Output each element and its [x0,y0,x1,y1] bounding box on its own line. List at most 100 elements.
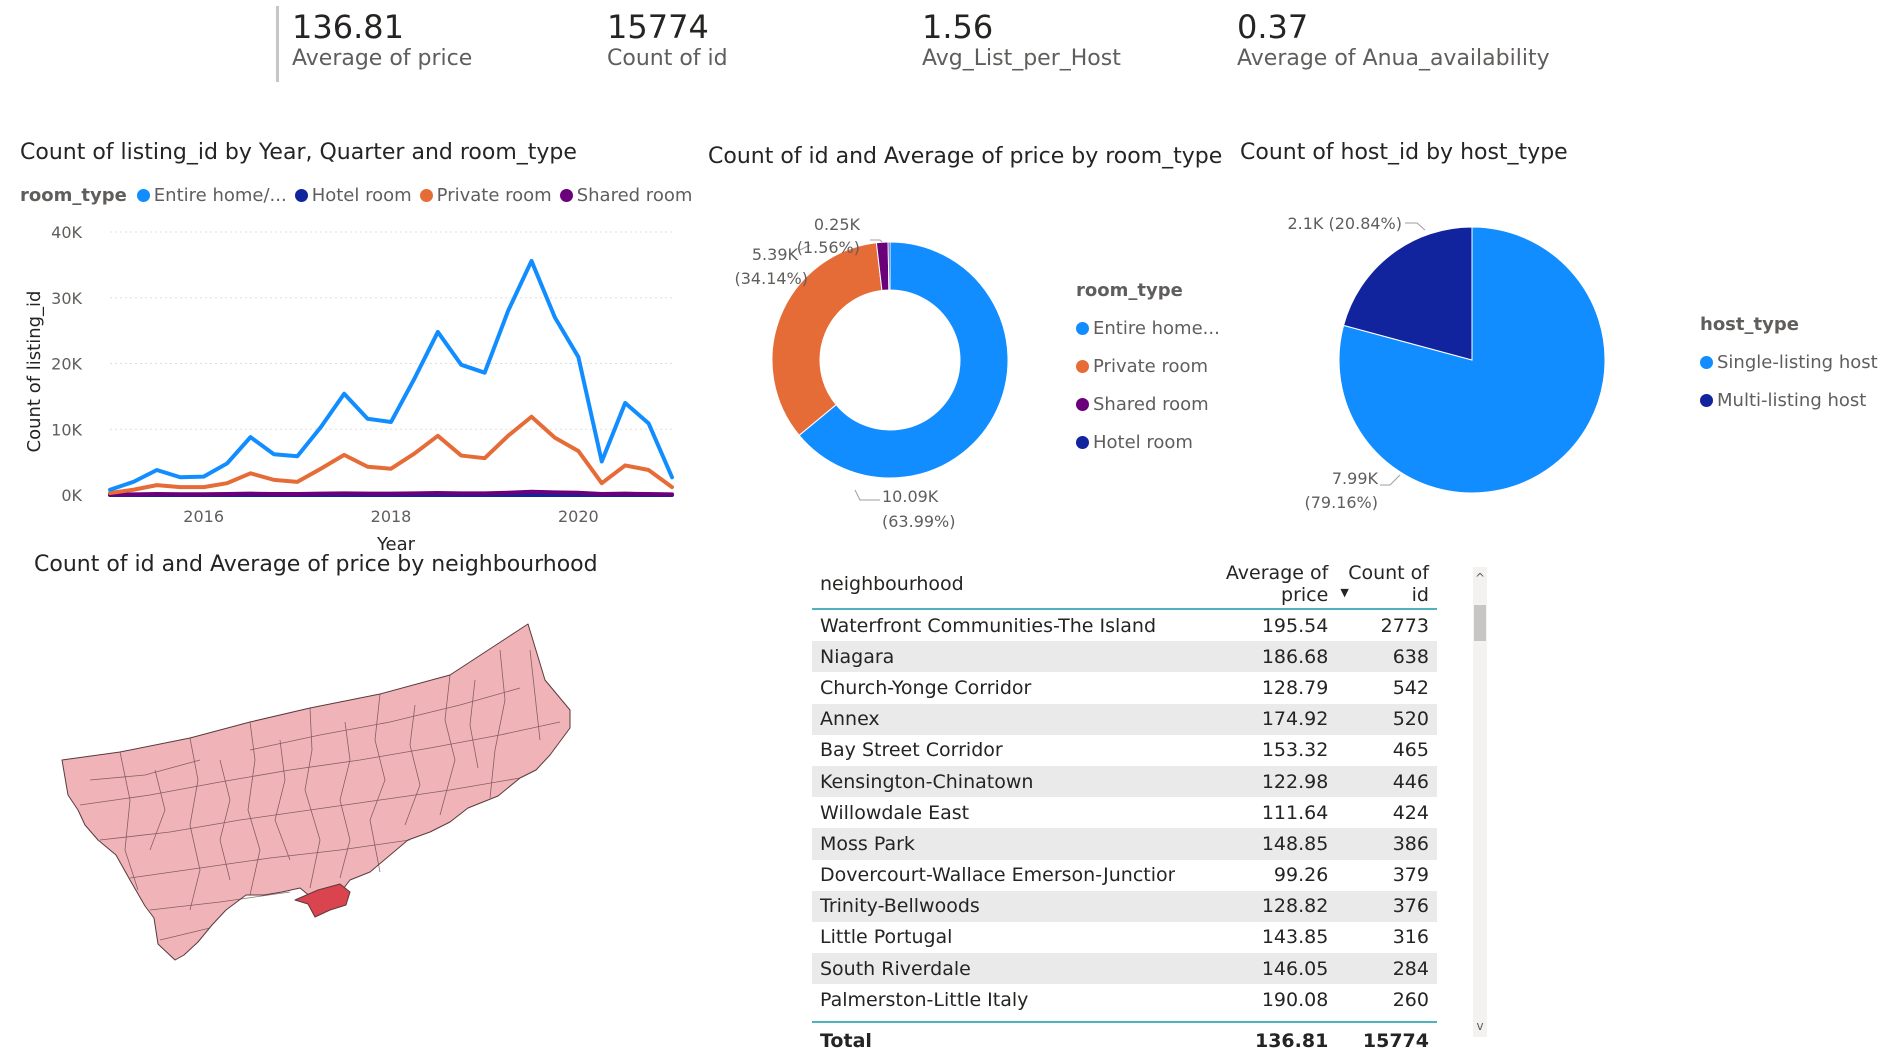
legend-item-shared-room[interactable]: Shared room [559,185,693,206]
legend-title: room_type [20,185,127,206]
legend-item-entire-home[interactable]: Entire home/... [136,185,287,206]
pie-chart[interactable]: 2.1K (20.84%) 7.99K (79.16%) [1250,200,1670,520]
kpi-card-avg-price[interactable]: 136.81 Average of price [292,8,472,71]
scroll-down-icon[interactable]: v [1473,1019,1487,1033]
kpi-value: 136.81 [292,8,404,46]
y-axis-title: Count of listing_id [24,291,45,453]
legend-item-private-room[interactable]: Private room [419,185,552,206]
legend-item-entire-home[interactable]: Entire home... [1076,309,1220,347]
table-scrollbar[interactable]: ^ v [1473,567,1487,1037]
cell-neighbourhood: Willowdale East [820,801,970,824]
cell-count-id: 542 [1392,676,1429,699]
legend-item-single-listing[interactable]: Single-listing host [1700,343,1878,381]
cell-average-price: 190.08 [1261,988,1329,1011]
table-row[interactable]: Moss Park 148.85 386 [812,828,1437,860]
kpi-card-avg-list-per-host[interactable]: 1.56 Avg_List_per_Host [922,8,1121,71]
table-row[interactable]: Waterfront Communities-The Island 195.54 2… [812,610,1437,641]
pie-legend: host_type Single-listing host Multi-list… [1700,314,1878,419]
cell-neighbourhood: Niagara [820,645,895,668]
kpi-label: Avg_List_per_Host [922,46,1121,71]
x-tick-label: 2020 [558,507,599,526]
cell-count-id: 638 [1392,645,1429,668]
map-title: Count of id and Average of price by neig… [34,552,598,577]
cell-count-id: 520 [1392,708,1429,731]
table-row[interactable]: Kensington-Chinatown 122.98 446 [812,765,1437,798]
line-chart[interactable]: 40K30K20K10K0K2016 2018 2020YearCount of l… [0,215,700,555]
x-tick-label: 2016 [183,507,224,526]
sort-descending-icon: ▼ [1340,586,1349,599]
legend-label: Single-listing host [1717,351,1878,373]
donut-chart[interactable]: 10.09K (63.99%) 5.39K (34.14%) 0.25K (1.56%) [700,200,1060,540]
table-header: neighbourhood Average of price Count of … [812,560,1437,610]
cell-average-price: 195.54 [1261,614,1329,637]
header-average-price[interactable]: Average of price [1175,562,1328,606]
total-count-id: 15774 [1362,1030,1429,1053]
legend-label: Private room [436,185,552,206]
kpi-label: Count of id [607,46,728,71]
cell-neighbourhood: South Riverdale [820,957,971,980]
table-row[interactable]: Bay Street Corridor 153.32 465 [812,735,1437,766]
y-tick-label: 20K [51,355,82,374]
table-row[interactable]: South Riverdale 146.05 284 [812,953,1437,985]
table-row[interactable]: Dovercourt-Wallace Emerson-Junction 99.26… [812,860,1437,891]
kpi-value: 1.56 [922,8,994,46]
data-label-shared-room: 0.25K [814,215,861,234]
donut-legend: room_type Entire home... Private room Sh… [1076,280,1220,461]
leader-line-multi [1405,222,1426,231]
legend-item-shared-room[interactable]: Shared room [1076,385,1220,423]
line-chart-title: Count of listing_id by Year, Quarter and… [20,140,577,165]
legend-dot [1076,359,1089,373]
cell-count-id: 316 [1392,926,1429,949]
series-line-shared-room [108,489,674,497]
legend-dot [1076,397,1089,411]
kpi-label: Average of price [292,46,473,71]
table-row[interactable]: Trinity-Bellwoods 128.82 376 [812,890,1437,922]
neighbourhood-map[interactable] [50,610,610,1030]
line-chart-legend: room_type Entire home/... Hotel room Pri… [20,185,700,206]
scroll-up-icon[interactable]: ^ [1473,571,1487,585]
cell-count-id: 260 [1392,988,1429,1011]
data-label-single-listing: 7.99K [1332,469,1379,488]
legend-label: Hotel room [1093,431,1193,453]
donut-chart-title: Count of id and Average of price by room… [708,144,1223,169]
kpi-card-count-id[interactable]: 15774 Count of id [607,8,728,71]
y-tick-label: 30K [51,289,82,308]
table-row[interactable]: Palmerston-Little Italy 190.08 260 [812,984,1437,1015]
data-label-entire-home-pct: (63.99%) [882,512,956,531]
legend-dot [1076,435,1089,449]
neighbourhood-table: neighbourhood Average of price Count of … [812,560,1437,1059]
scroll-thumb[interactable] [1474,605,1486,641]
table-row[interactable]: Little Portugal 143.85 316 [812,922,1437,953]
kpi-label: Average of Anua_availability [1237,46,1550,71]
legend-item-hotel-room[interactable]: Hotel room [294,185,412,206]
cell-count-id: 446 [1392,770,1429,793]
header-count-id[interactable]: Count of id ▼ [1328,562,1437,606]
table-row[interactable]: Willowdale East 111.64 424 [812,797,1437,828]
legend-label: Entire home... [1093,317,1220,339]
header-neighbourhood[interactable]: neighbourhood [812,573,1175,595]
legend-item-hotel-room[interactable]: Hotel room [1076,423,1220,461]
table-row[interactable]: Niagara 186.68 638 [812,641,1437,673]
table-row[interactable]: Annex 174.92 520 [812,703,1437,735]
cell-neighbourhood: Waterfront Communities-The Island [820,614,1157,637]
cell-average-price: 146.05 [1261,957,1329,980]
legend-item-multi-listing[interactable]: Multi-listing host [1700,381,1878,419]
table-body: Waterfront Communities-The Island 195.54 2… [812,610,1437,1015]
cell-average-price: 111.64 [1261,801,1329,824]
leader-line-shared [870,239,883,243]
cell-neighbourhood: Palmerston-Little Italy [820,988,1029,1011]
legend-label: Shared room [576,185,693,206]
cell-neighbourhood: Church-Yonge Corridor [820,676,1032,699]
cell-neighbourhood: Annex [820,708,880,731]
cell-average-price: 143.85 [1261,926,1329,949]
legend-dot [294,189,308,202]
kpi-card-avg-availability[interactable]: 0.37 Average of Anua_availability [1237,8,1550,71]
cell-average-price: 122.98 [1261,770,1329,793]
legend-item-private-room[interactable]: Private room [1076,347,1220,385]
cell-neighbourhood: Little Portugal [820,926,953,949]
cell-neighbourhood: Moss Park [820,832,915,855]
legend-label: Hotel room [311,185,412,206]
total-label: Total [820,1030,872,1053]
series-line-private-room [108,414,674,496]
table-row[interactable]: Church-Yonge Corridor 128.79 542 [812,672,1437,703]
